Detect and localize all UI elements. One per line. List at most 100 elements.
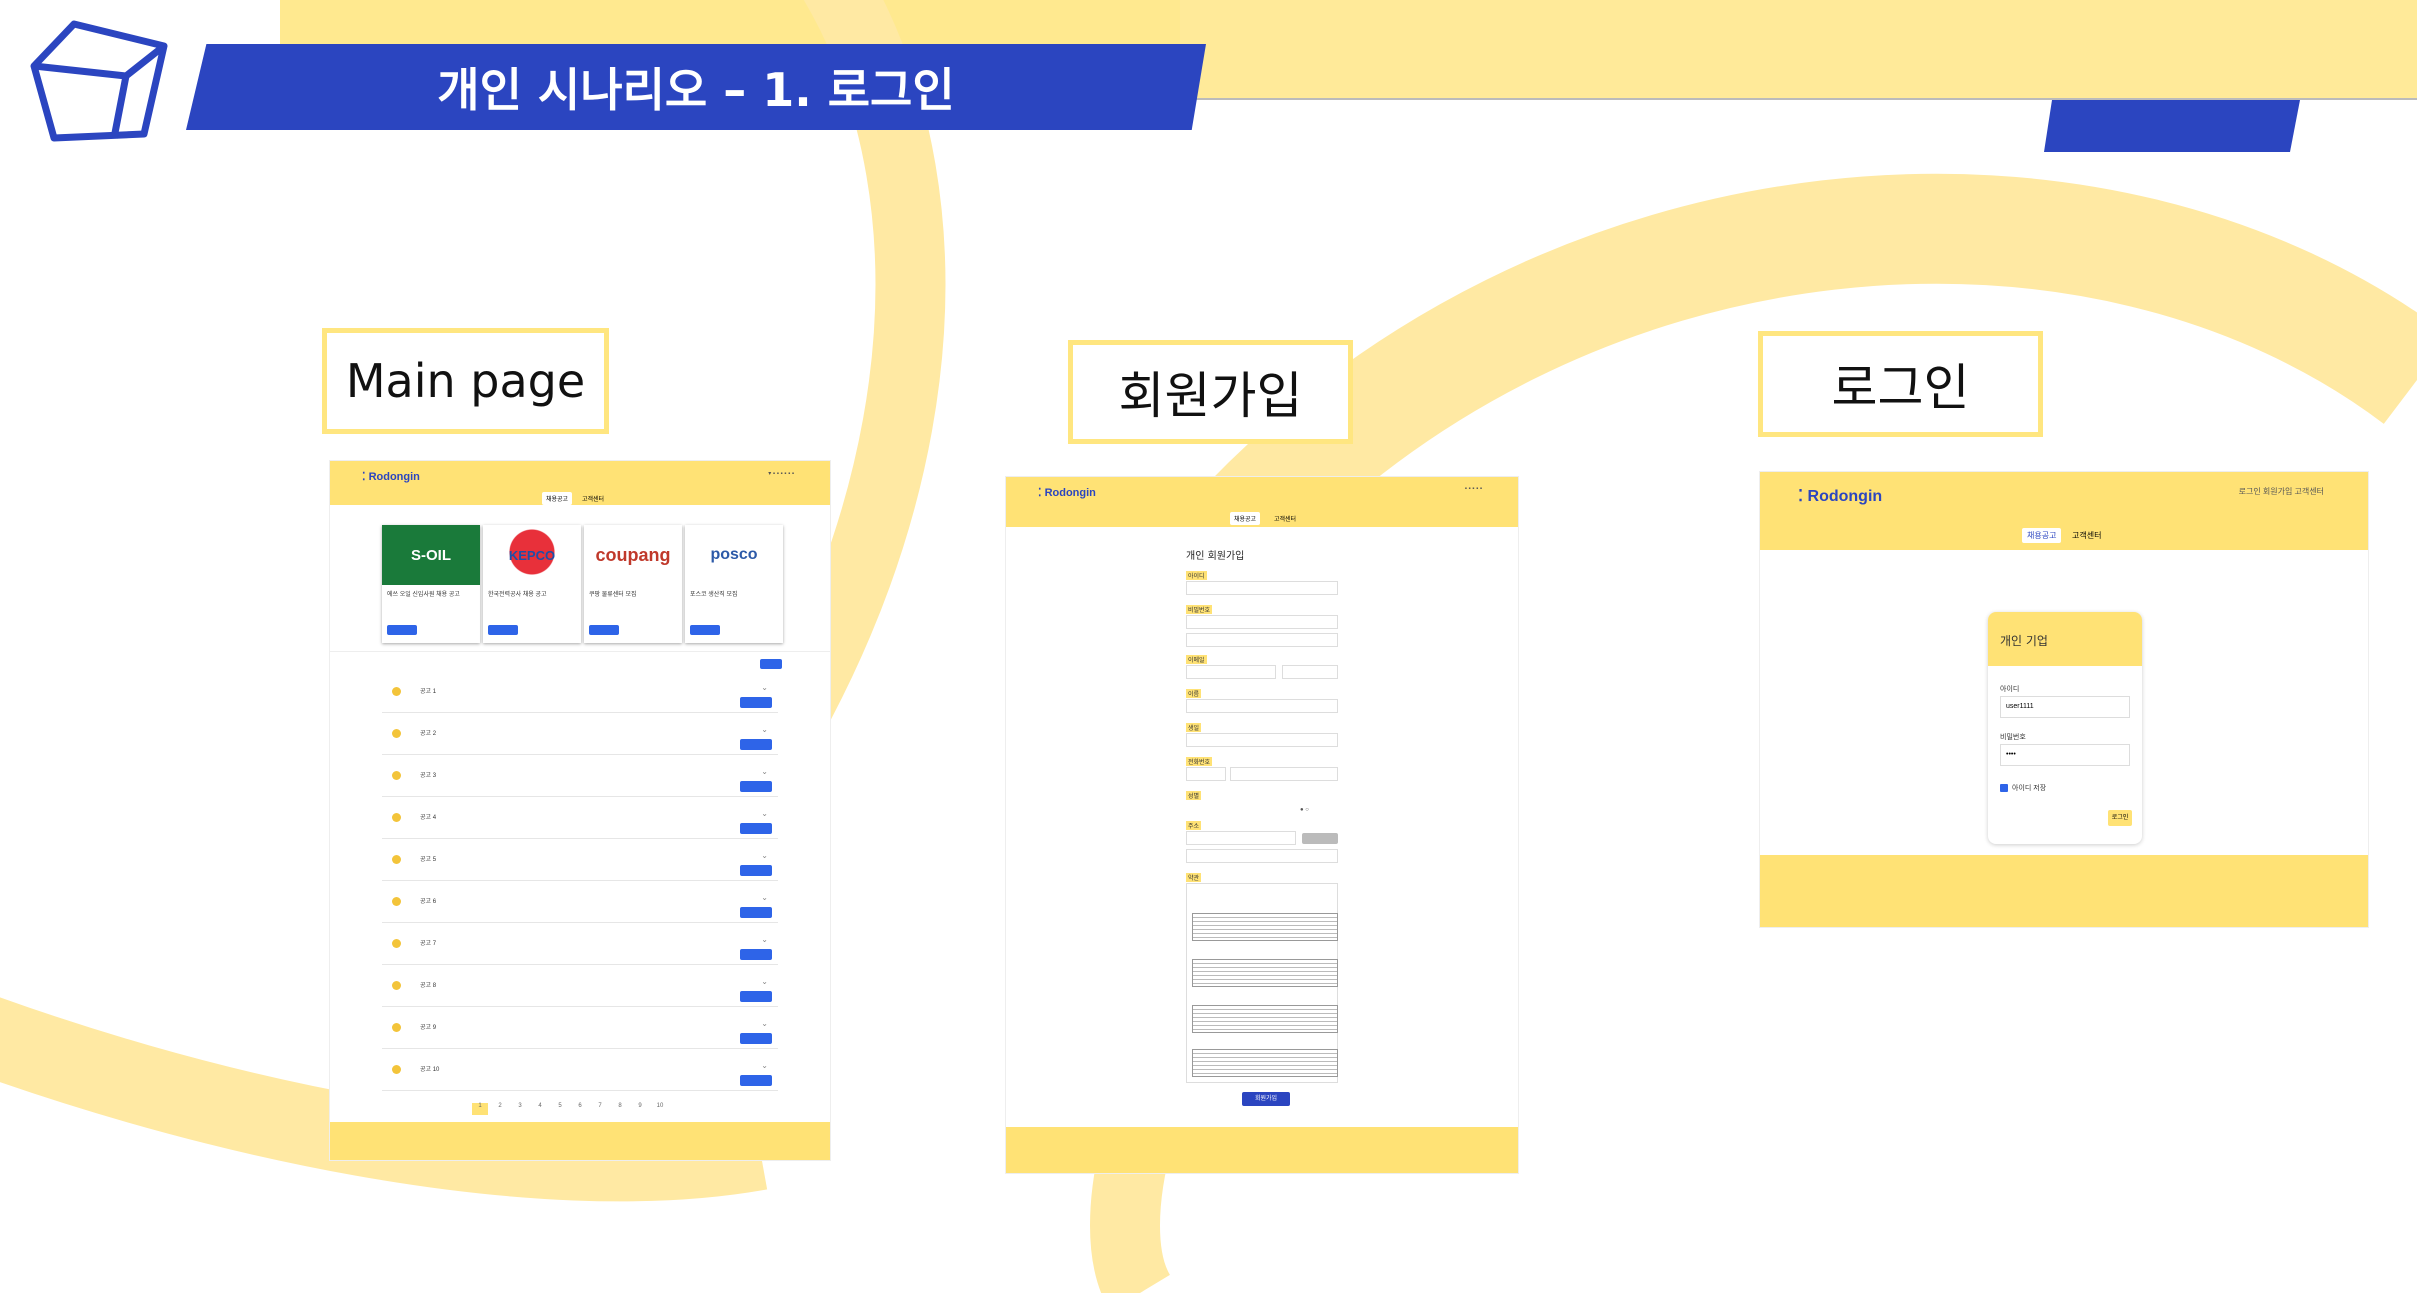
header-links[interactable]: ▾ ▪ ▪ ▪ ▪ ▪ ▪ bbox=[768, 470, 794, 477]
login-tab-jobs[interactable]: 채용공고 bbox=[2022, 528, 2062, 543]
filter-button[interactable] bbox=[760, 659, 782, 669]
name-input[interactable] bbox=[1186, 699, 1338, 713]
company-card-coupang[interactable]: coupang 쿠팡 물류센터 모집 bbox=[584, 525, 682, 643]
page-link[interactable]: 4 bbox=[532, 1103, 548, 1115]
apply-button[interactable] bbox=[740, 697, 772, 708]
address-input[interactable] bbox=[1186, 831, 1296, 845]
header-links[interactable]: 로그인 회원가입 고객센터 bbox=[2239, 486, 2324, 497]
job-row[interactable]: 공고 10 ⌄ bbox=[382, 1057, 778, 1091]
email-domain-select[interactable] bbox=[1282, 665, 1338, 679]
bullet-icon bbox=[392, 813, 401, 822]
job-row[interactable]: 공고 7 ⌄ bbox=[382, 931, 778, 965]
brand-logo[interactable]: ⁚ Rodongin bbox=[362, 470, 420, 483]
login-header: ⁚ Rodongin 로그인 회원가입 고객센터 bbox=[1760, 472, 2368, 550]
chevron-down-icon[interactable]: ⌄ bbox=[761, 683, 768, 692]
page-link[interactable]: 9 bbox=[632, 1103, 648, 1115]
card-button[interactable] bbox=[488, 625, 518, 635]
signup-tab-jobs[interactable]: 채용공고 bbox=[1230, 512, 1261, 525]
card-button[interactable] bbox=[589, 625, 619, 635]
signup-tab-support[interactable]: 고객센터 bbox=[1274, 514, 1296, 523]
address-search-button[interactable] bbox=[1302, 833, 1338, 844]
terms-text-4[interactable] bbox=[1192, 1049, 1338, 1077]
phone-prefix-select[interactable] bbox=[1186, 767, 1226, 781]
job-row[interactable]: 공고 5 ⌄ bbox=[382, 847, 778, 881]
password-confirm-input[interactable] bbox=[1186, 633, 1338, 647]
apply-button[interactable] bbox=[740, 991, 772, 1002]
birth-input[interactable] bbox=[1186, 733, 1338, 747]
card-button[interactable] bbox=[387, 625, 417, 635]
chevron-down-icon[interactable]: ⌄ bbox=[761, 809, 768, 818]
apply-button[interactable] bbox=[740, 865, 772, 876]
page-link[interactable]: 5 bbox=[552, 1103, 568, 1115]
bullet-icon bbox=[392, 981, 401, 990]
apply-button[interactable] bbox=[740, 1075, 772, 1086]
job-row[interactable]: 공고 8 ⌄ bbox=[382, 973, 778, 1007]
password-input[interactable] bbox=[1186, 615, 1338, 629]
field-label: 이름 bbox=[1186, 689, 1202, 698]
main-tab-support[interactable]: 고객센터 bbox=[582, 494, 604, 503]
chevron-down-icon[interactable]: ⌄ bbox=[761, 893, 768, 902]
bullet-icon bbox=[392, 687, 401, 696]
bullet-icon bbox=[392, 855, 401, 864]
title-bar: 개인 시나리오 – 1. 로그인 bbox=[186, 44, 1206, 130]
main-tab-jobs[interactable]: 채용공고 bbox=[542, 492, 573, 505]
company-card-kepco[interactable]: KEPCO 한국전력공사 채용 공고 bbox=[483, 525, 581, 643]
apply-button[interactable] bbox=[740, 823, 772, 834]
gender-radio[interactable]: ● ○ bbox=[1300, 807, 1309, 813]
apply-button[interactable] bbox=[740, 739, 772, 750]
bullet-icon bbox=[392, 771, 401, 780]
chevron-down-icon[interactable]: ⌄ bbox=[761, 935, 768, 944]
field-label: 이메일 bbox=[1186, 655, 1207, 664]
page-link[interactable]: 7 bbox=[592, 1103, 608, 1115]
address-detail-input[interactable] bbox=[1186, 849, 1338, 863]
chevron-down-icon[interactable]: ⌄ bbox=[761, 767, 768, 776]
soil-logo: S-OIL bbox=[382, 525, 480, 585]
id-input[interactable] bbox=[1186, 581, 1338, 595]
login-card: 개인 기업 아이디 user1111 비밀번호 •••• 아이디 저장 로그인 bbox=[1988, 612, 2142, 844]
apply-button[interactable] bbox=[740, 1033, 772, 1044]
apply-button[interactable] bbox=[740, 949, 772, 960]
login-screenshot: ⁚ Rodongin 로그인 회원가입 고객센터 채용공고 고객센터 개인 기업… bbox=[1760, 472, 2368, 927]
job-row[interactable]: 공고 3 ⌄ bbox=[382, 763, 778, 797]
job-row[interactable]: 공고 2 ⌄ bbox=[382, 721, 778, 755]
top-right-corner bbox=[1180, 0, 2417, 100]
company-card-soil[interactable]: S-OIL 에쓰 오일 신입사원 채용 공고 bbox=[382, 525, 480, 643]
login-submit-button[interactable]: 로그인 bbox=[2108, 810, 2132, 826]
terms-text-2[interactable] bbox=[1192, 959, 1338, 987]
brand-logo[interactable]: ⁚ Rodongin bbox=[1798, 486, 1882, 506]
login-tab-support[interactable]: 고객센터 bbox=[2072, 530, 2101, 541]
terms-text-3[interactable] bbox=[1192, 1005, 1338, 1033]
remember-checkbox[interactable] bbox=[2000, 784, 2008, 792]
chevron-down-icon[interactable]: ⌄ bbox=[761, 1061, 768, 1070]
job-row[interactable]: 공고 4 ⌄ bbox=[382, 805, 778, 839]
email-input[interactable] bbox=[1186, 665, 1276, 679]
remember-label: 아이디 저장 bbox=[2012, 785, 2047, 792]
apply-button[interactable] bbox=[740, 907, 772, 918]
brand-logo[interactable]: ⁚ Rodongin bbox=[1038, 486, 1096, 499]
id-input[interactable]: user1111 bbox=[2000, 696, 2130, 718]
terms-text-1[interactable] bbox=[1192, 913, 1338, 941]
job-row[interactable]: 공고 1 ⌄ bbox=[382, 679, 778, 713]
signup-footer bbox=[1006, 1127, 1518, 1173]
page-link[interactable]: 6 bbox=[572, 1103, 588, 1115]
apply-button[interactable] bbox=[740, 781, 772, 792]
page-link[interactable]: 3 bbox=[512, 1103, 528, 1115]
chevron-down-icon[interactable]: ⌄ bbox=[761, 1019, 768, 1028]
signup-submit-button[interactable]: 회원가입 bbox=[1242, 1092, 1290, 1106]
job-row[interactable]: 공고 9 ⌄ bbox=[382, 1015, 778, 1049]
password-input[interactable]: •••• bbox=[2000, 744, 2130, 766]
id-label: 아이디 bbox=[2000, 686, 2020, 693]
company-card-posco[interactable]: posco 포스코 생산직 모집 bbox=[685, 525, 783, 643]
label-login: 로그인 bbox=[1758, 331, 2043, 437]
phone-input[interactable] bbox=[1230, 767, 1338, 781]
page-link[interactable]: 1 bbox=[472, 1103, 488, 1115]
chevron-down-icon[interactable]: ⌄ bbox=[761, 851, 768, 860]
page-link[interactable]: 10 bbox=[652, 1103, 668, 1115]
job-row[interactable]: 공고 6 ⌄ bbox=[382, 889, 778, 923]
chevron-down-icon[interactable]: ⌄ bbox=[761, 977, 768, 986]
chevron-down-icon[interactable]: ⌄ bbox=[761, 725, 768, 734]
header-links[interactable]: ▪ ▪ ▪ ▪ ▪ bbox=[1465, 486, 1482, 492]
page-link[interactable]: 8 bbox=[612, 1103, 628, 1115]
card-button[interactable] bbox=[690, 625, 720, 635]
page-link[interactable]: 2 bbox=[492, 1103, 508, 1115]
